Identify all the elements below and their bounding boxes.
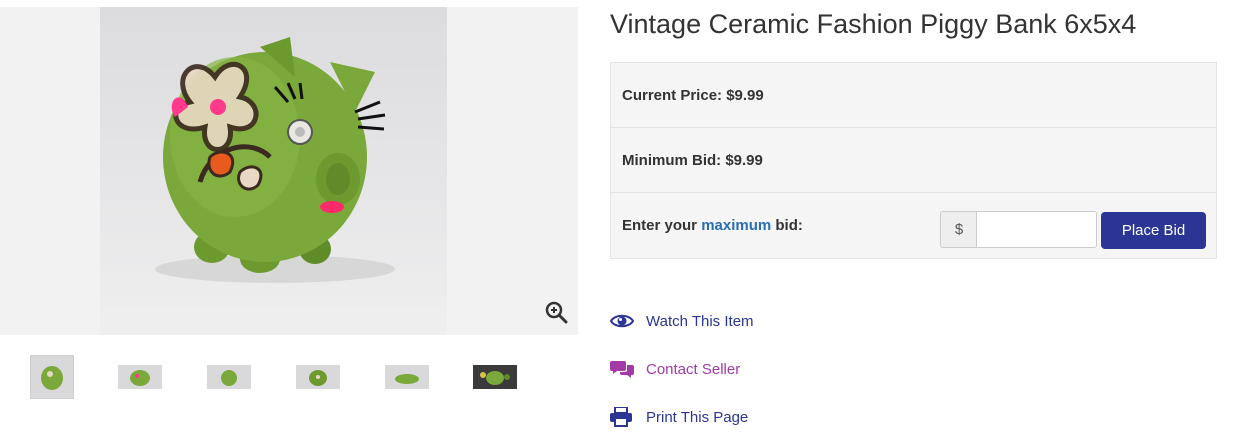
thumbnail-6[interactable] <box>473 355 517 399</box>
maximum-bid-link[interactable]: maximum <box>701 217 771 234</box>
zoom-in-icon[interactable] <box>544 300 568 324</box>
printer-icon <box>610 405 636 429</box>
watch-item-link[interactable]: Watch This Item <box>610 307 754 335</box>
enter-bid-suffix: bid: <box>775 217 803 234</box>
place-bid-button[interactable]: Place Bid <box>1101 212 1206 249</box>
enter-bid-label: Enter your maximum bid: <box>622 217 803 234</box>
thumbnail-strip <box>0 355 578 405</box>
product-photo <box>100 7 447 335</box>
print-page-label: Print This Page <box>646 408 749 426</box>
watch-item-label: Watch This Item <box>646 312 754 330</box>
thumbnail-1[interactable] <box>30 355 74 399</box>
enter-bid-row: Enter your maximum bid: $ Place Bid <box>611 193 1216 258</box>
eye-icon <box>610 309 636 333</box>
minimum-bid-text: Minimum Bid: $9.99 <box>622 151 763 169</box>
minimum-bid-row: Minimum Bid: $9.99 <box>611 128 1216 193</box>
chat-bubbles-icon <box>610 357 636 381</box>
thumbnail-2[interactable] <box>118 355 162 399</box>
thumbnail-5[interactable] <box>385 355 429 399</box>
main-image-viewer[interactable] <box>0 7 578 335</box>
thumbnail-4[interactable] <box>296 355 340 399</box>
thumbnail-3[interactable] <box>207 355 251 399</box>
current-price-text: Current Price: $9.99 <box>622 86 764 104</box>
contact-seller-link[interactable]: Contact Seller <box>610 355 740 383</box>
currency-addon: $ <box>940 211 977 248</box>
enter-bid-prefix: Enter your <box>622 217 698 234</box>
bid-panel: Current Price: $9.99 Minimum Bid: $9.99 … <box>610 62 1217 259</box>
contact-seller-label: Contact Seller <box>646 360 741 378</box>
bid-amount-input[interactable] <box>976 211 1097 248</box>
current-price-row: Current Price: $9.99 <box>611 63 1216 128</box>
print-page-link[interactable]: Print This Page <box>610 403 748 431</box>
item-title: Vintage Ceramic Fashion Piggy Bank 6x5x4 <box>610 9 1137 39</box>
